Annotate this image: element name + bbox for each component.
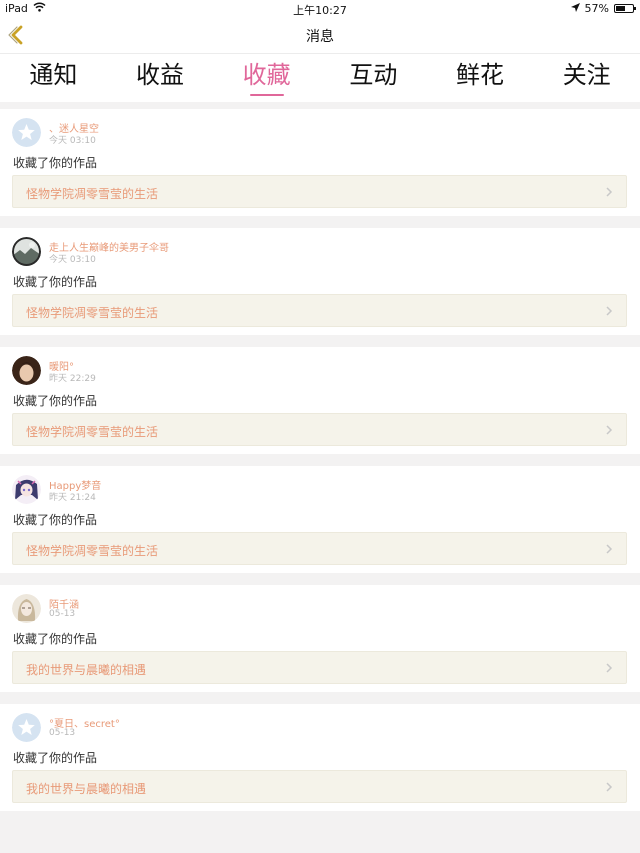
action-text: 收藏了你的作品 (13, 156, 98, 170)
work-title: 怪物学院凋零雪莹的生活 (26, 187, 159, 201)
photo-avatar-icon (12, 594, 41, 623)
action-text: 收藏了你的作品 (13, 394, 98, 408)
location-arrow-icon (570, 2, 580, 15)
back-button[interactable] (6, 23, 30, 47)
notification-list: 、迷人星空 今天 03:10 收藏了你的作品 怪物学院凋零雪莹的生活 走上人生巅… (0, 109, 640, 823)
notification-card: 暖阳° 昨天 22:29 收藏了你的作品 怪物学院凋零雪莹的生活 (0, 347, 640, 454)
avatar[interactable] (12, 356, 41, 385)
notification-card: 、迷人星空 今天 03:10 收藏了你的作品 怪物学院凋零雪莹的生活 (0, 109, 640, 216)
chevron-left-icon (8, 25, 23, 45)
avatar[interactable] (12, 713, 41, 742)
action-text: 收藏了你的作品 (13, 751, 98, 765)
notification-card: 走上人生巅峰的美男子伞哥 今天 03:10 收藏了你的作品 怪物学院凋零雪莹的生… (0, 228, 640, 335)
chevron-right-icon (606, 306, 613, 316)
photo-avatar-icon (12, 356, 41, 385)
status-time: 上午10:27 (293, 4, 347, 17)
tab-earnings[interactable]: 收益 (107, 54, 214, 102)
work-link[interactable]: 怪物学院凋零雪莹的生活 (12, 532, 627, 565)
nav-bar: 消息 (0, 18, 640, 54)
timestamp: 昨天 22:29 (49, 374, 96, 384)
chevron-right-icon (606, 663, 613, 673)
work-link[interactable]: 怪物学院凋零雪莹的生活 (12, 175, 627, 208)
tab-favorites[interactable]: 收藏 (213, 54, 320, 102)
battery-percent: 57% (584, 2, 609, 15)
tab-interactions[interactable]: 互动 (320, 54, 427, 102)
work-title: 怪物学院凋零雪莹的生活 (26, 544, 159, 558)
chevron-right-icon (606, 544, 613, 554)
avatar[interactable] (12, 237, 41, 266)
tab-flowers[interactable]: 鲜花 (427, 54, 534, 102)
chevron-right-icon (606, 782, 613, 792)
tab-notifications[interactable]: 通知 (0, 54, 107, 102)
work-link[interactable]: 怪物学院凋零雪莹的生活 (12, 294, 627, 327)
photo-avatar-icon (12, 237, 41, 266)
chevron-right-icon (606, 187, 613, 197)
battery-icon (614, 4, 636, 13)
page-title: 消息 (306, 29, 334, 45)
timestamp: 05-13 (49, 728, 76, 738)
work-link[interactable]: 怪物学院凋零雪莹的生活 (12, 413, 627, 446)
chevron-right-icon (606, 425, 613, 435)
work-title: 怪物学院凋零雪莹的生活 (26, 425, 159, 439)
action-text: 收藏了你的作品 (13, 275, 98, 289)
default-star-avatar-icon (12, 713, 41, 742)
avatar[interactable] (12, 118, 41, 147)
work-link[interactable]: 我的世界与晨曦的相遇 (12, 651, 627, 684)
anime-avatar-icon (12, 475, 41, 504)
action-text: 收藏了你的作品 (13, 632, 98, 646)
action-text: 收藏了你的作品 (13, 513, 98, 527)
work-link[interactable]: 我的世界与晨曦的相遇 (12, 770, 627, 803)
work-title: 我的世界与晨曦的相遇 (26, 663, 147, 677)
tab-bar: 通知 收益 收藏 互动 鲜花 关注 (0, 54, 640, 102)
default-star-avatar-icon (12, 118, 41, 147)
timestamp: 今天 03:10 (49, 255, 96, 265)
work-title: 我的世界与晨曦的相遇 (26, 782, 147, 796)
avatar[interactable] (12, 594, 41, 623)
work-title: 怪物学院凋零雪莹的生活 (26, 306, 159, 320)
tab-follows[interactable]: 关注 (533, 54, 640, 102)
status-bar: iPad 上午10:27 57% (0, 0, 640, 18)
notification-card: 陌千涵 05-13 收藏了你的作品 我的世界与晨曦的相遇 (0, 585, 640, 692)
notification-card: °夏日、secret° 05-13 收藏了你的作品 我的世界与晨曦的相遇 (0, 704, 640, 811)
notification-card: Happy梦音 昨天 21:24 收藏了你的作品 怪物学院凋零雪莹的生活 (0, 466, 640, 573)
timestamp: 今天 03:10 (49, 136, 96, 146)
timestamp: 昨天 21:24 (49, 493, 96, 503)
timestamp: 05-13 (49, 609, 76, 619)
avatar[interactable] (12, 475, 41, 504)
